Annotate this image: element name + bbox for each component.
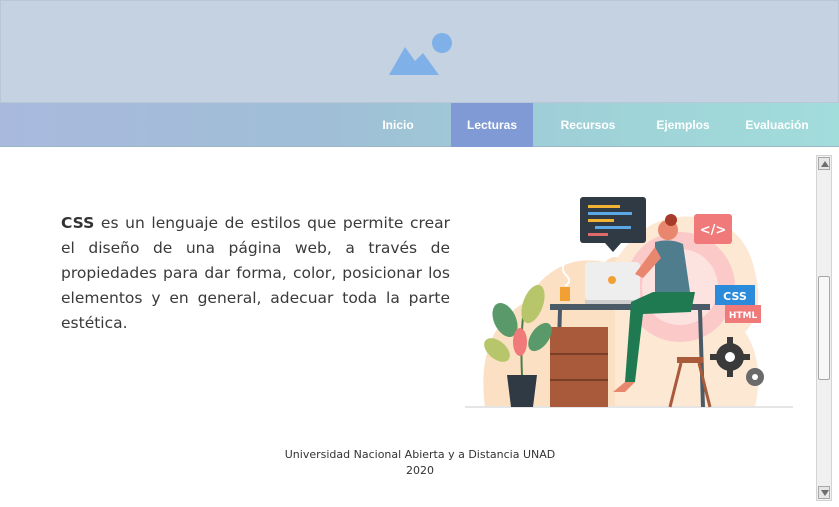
image-placeholder-icon [389,33,452,75]
footer: Universidad Nacional Abierta y a Distanc… [240,447,600,479]
css-badge-text: CSS [723,290,747,303]
nav-item-recursos[interactable]: Recursos [547,103,629,147]
nav-item-evaluacion[interactable]: Evaluación [737,103,817,147]
intro-body: es un lenguaje de estilos que permite cr… [61,214,450,332]
code-badge-text: </> [700,223,727,238]
nav-item-inicio[interactable]: Inicio [362,103,434,147]
intro-paragraph: CSS es un lenguaje de estilos que permit… [61,211,450,336]
html-badge-text: HTML [729,311,758,321]
scroll-down-button[interactable] [818,486,830,499]
main-navbar: Inicio Lecturas Recursos Ejemplos Evalua… [0,103,839,147]
footer-university: Universidad Nacional Abierta y a Distanc… [284,448,556,461]
nav-item-lecturas[interactable]: Lecturas [451,103,533,147]
chevron-down-icon [821,490,829,496]
chevron-up-icon [821,161,829,167]
header-banner [0,0,839,103]
vertical-scrollbar[interactable] [816,155,832,501]
footer-year: 2020 [406,464,434,477]
intro-strong: CSS [61,214,95,232]
developer-illustration: </> CSS HTML [465,197,793,408]
nav-item-ejemplos[interactable]: Ejemplos [643,103,723,147]
main-content: CSS es un lenguaje de estilos que permit… [0,147,815,507]
scroll-up-button[interactable] [818,157,830,170]
scroll-thumb[interactable] [818,276,830,380]
